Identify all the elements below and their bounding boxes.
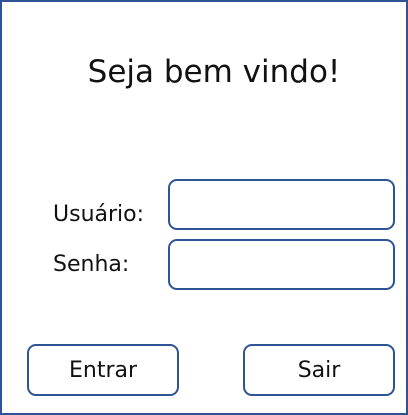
exit-button[interactable]: Sair [243,344,395,396]
page-title: Seja bem vindo! [87,54,341,90]
username-label: Usuário: [53,202,145,227]
password-label: Senha: [53,252,130,277]
login-window: Seja bem vindo! Usuário: Senha: Entrar S… [0,0,408,415]
username-field[interactable] [168,179,395,230]
password-field[interactable] [168,239,395,290]
enter-button[interactable]: Entrar [27,344,179,396]
